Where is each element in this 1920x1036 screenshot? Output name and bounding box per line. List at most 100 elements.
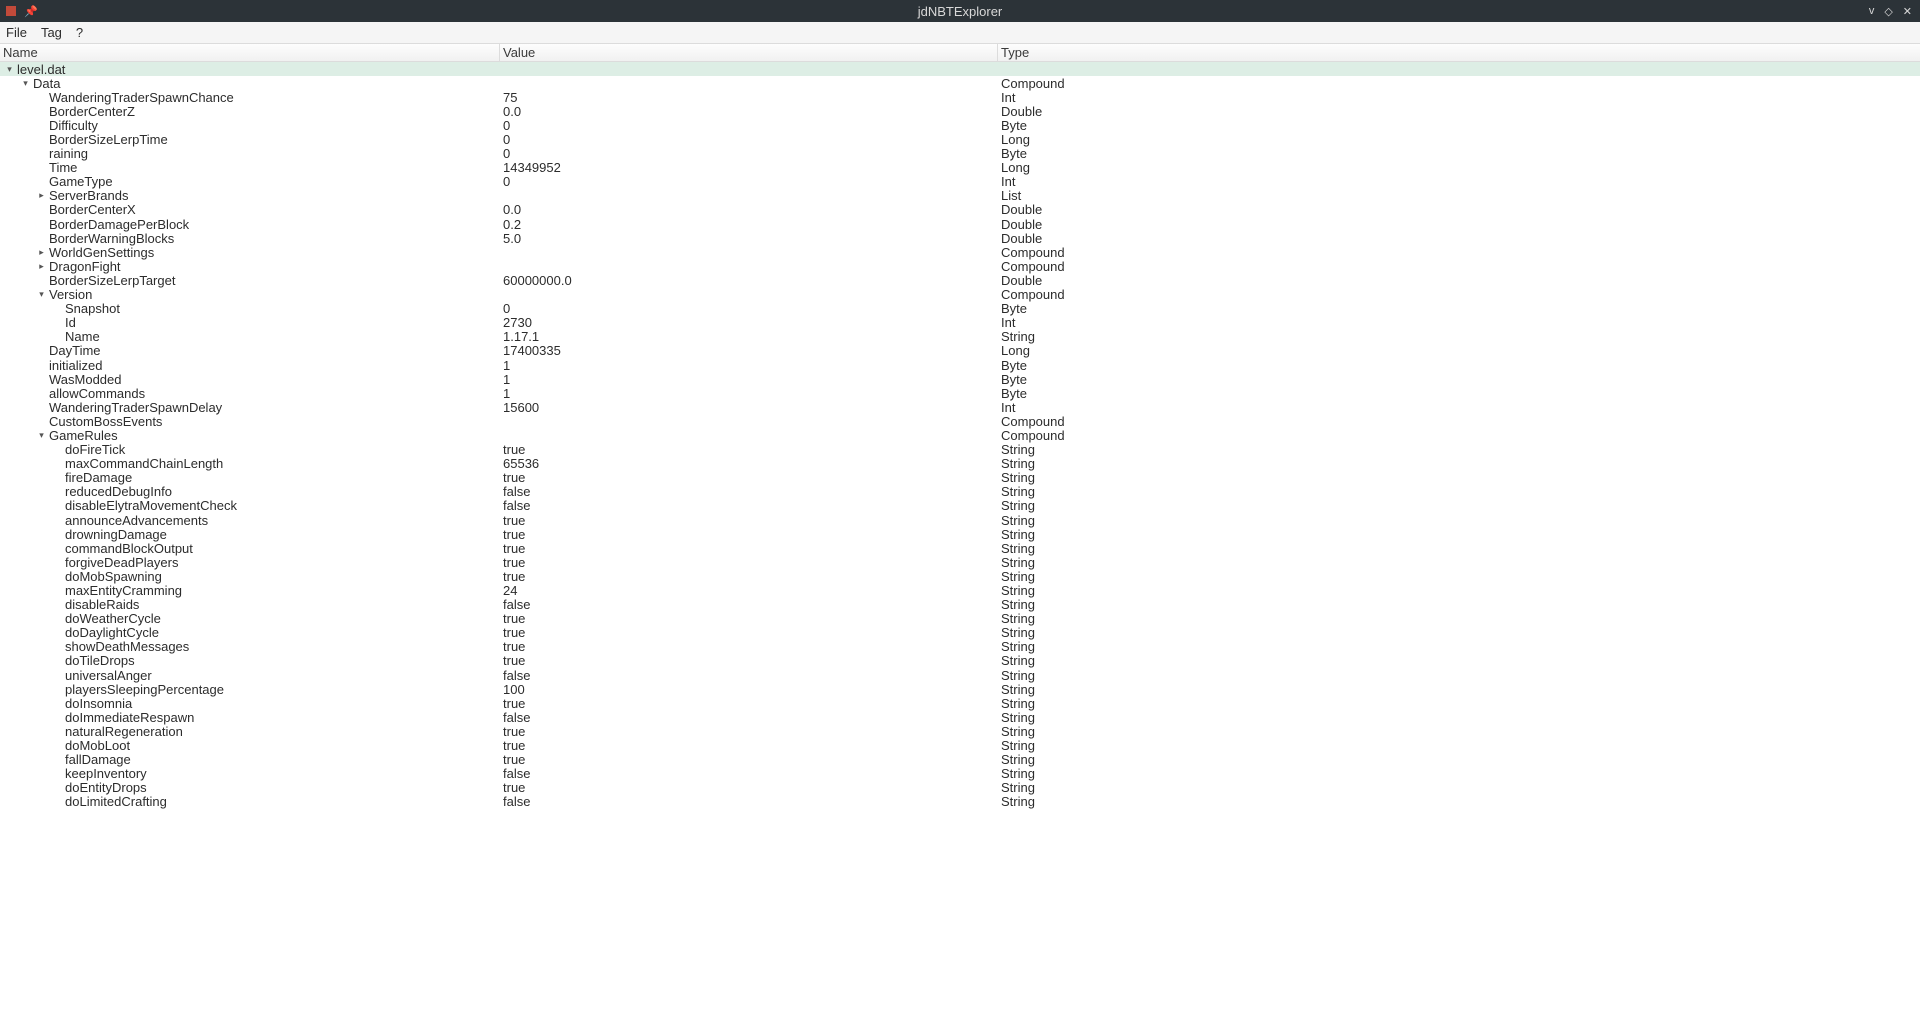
tree-row[interactable]: initialized1Byte bbox=[0, 358, 1920, 372]
node-type: String bbox=[998, 625, 1920, 640]
tree-row[interactable]: doEntityDropstrueString bbox=[0, 781, 1920, 795]
tree-row[interactable]: BorderWarningBlocks5.0Double bbox=[0, 231, 1920, 245]
tree-row[interactable]: WanderingTraderSpawnDelay15600Int bbox=[0, 400, 1920, 414]
tree-row[interactable]: doLimitedCraftingfalseString bbox=[0, 795, 1920, 809]
node-name: doInsomnia bbox=[63, 696, 132, 711]
tree-row[interactable]: doMobSpawningtrueString bbox=[0, 569, 1920, 583]
node-name: Time bbox=[47, 160, 77, 175]
node-value: 1.17.1 bbox=[500, 329, 998, 344]
tree-row[interactable]: fallDamagetrueString bbox=[0, 753, 1920, 767]
tree-row[interactable]: doInsomniatrueString bbox=[0, 696, 1920, 710]
tree-row[interactable]: Name1.17.1String bbox=[0, 330, 1920, 344]
titlebar: 📌 jdNBTExplorer v ◇ ✕ bbox=[0, 0, 1920, 22]
tree-row[interactable]: Id2730Int bbox=[0, 316, 1920, 330]
node-name: level.dat bbox=[15, 62, 65, 77]
tree-row[interactable]: ▾GameRulesCompound bbox=[0, 428, 1920, 442]
tree-row[interactable]: drowningDamagetrueString bbox=[0, 527, 1920, 541]
node-type: String bbox=[998, 569, 1920, 584]
node-type: Double bbox=[998, 273, 1920, 288]
tree-row[interactable]: disableRaidsfalseString bbox=[0, 598, 1920, 612]
tree-row[interactable]: showDeathMessagestrueString bbox=[0, 640, 1920, 654]
chevron-down-icon[interactable]: ▾ bbox=[36, 430, 47, 441]
tree-row[interactable]: Snapshot0Byte bbox=[0, 302, 1920, 316]
node-value: 15600 bbox=[500, 400, 998, 415]
tree-row[interactable]: ▸ServerBrandsList bbox=[0, 189, 1920, 203]
tree-row[interactable]: ▾VersionCompound bbox=[0, 288, 1920, 302]
node-value: 60000000.0 bbox=[500, 273, 998, 288]
tree-row[interactable]: doImmediateRespawnfalseString bbox=[0, 710, 1920, 724]
tree-row[interactable]: doFireTicktrueString bbox=[0, 443, 1920, 457]
tree-row[interactable]: BorderCenterZ0.0Double bbox=[0, 104, 1920, 118]
node-value: true bbox=[500, 653, 998, 668]
tree-row[interactable]: commandBlockOutputtrueString bbox=[0, 541, 1920, 555]
tree-row[interactable]: naturalRegenerationtrueString bbox=[0, 724, 1920, 738]
header-name[interactable]: Name bbox=[0, 44, 500, 61]
node-name: drowningDamage bbox=[63, 527, 167, 542]
tree-row[interactable]: CustomBossEventsCompound bbox=[0, 414, 1920, 428]
chevron-right-icon[interactable]: ▸ bbox=[36, 247, 47, 258]
chevron-right-icon[interactable]: ▸ bbox=[36, 190, 47, 201]
pin-icon[interactable]: 📌 bbox=[24, 5, 38, 18]
tree-row[interactable]: keepInventoryfalseString bbox=[0, 767, 1920, 781]
chevron-down-icon[interactable]: ▾ bbox=[36, 289, 47, 300]
chevron-down-icon[interactable]: ▾ bbox=[20, 78, 31, 89]
tree-row[interactable]: DayTime17400335Long bbox=[0, 344, 1920, 358]
chevron-down-icon[interactable]: ▾ bbox=[4, 64, 15, 75]
tree-row[interactable]: WasModded1Byte bbox=[0, 372, 1920, 386]
node-type: String bbox=[998, 527, 1920, 542]
tree-row[interactable]: fireDamagetrueString bbox=[0, 471, 1920, 485]
minimize-icon[interactable]: v bbox=[1869, 5, 1875, 17]
tree-view[interactable]: ▾level.dat▾DataCompoundWanderingTraderSp… bbox=[0, 62, 1920, 1036]
tree-row[interactable]: forgiveDeadPlayerstrueString bbox=[0, 555, 1920, 569]
node-name: doLimitedCrafting bbox=[63, 794, 167, 809]
tree-row[interactable]: Difficulty0Byte bbox=[0, 118, 1920, 132]
tree-row[interactable]: maxEntityCramming24String bbox=[0, 583, 1920, 597]
close-icon[interactable]: ✕ bbox=[1903, 5, 1912, 18]
tree-row[interactable]: reducedDebugInfofalseString bbox=[0, 485, 1920, 499]
node-type: Int bbox=[998, 315, 1920, 330]
tree-row[interactable]: ▸WorldGenSettingsCompound bbox=[0, 245, 1920, 259]
menu-file[interactable]: File bbox=[6, 25, 27, 40]
chevron-right-icon[interactable]: ▸ bbox=[36, 261, 47, 272]
tree-row[interactable]: doTileDropstrueString bbox=[0, 654, 1920, 668]
tree-row[interactable]: doMobLoottrueString bbox=[0, 739, 1920, 753]
tree-row[interactable]: disableElytraMovementCheckfalseString bbox=[0, 499, 1920, 513]
tree-row[interactable]: doDaylightCycletrueString bbox=[0, 626, 1920, 640]
tree-row[interactable]: WanderingTraderSpawnChance75Int bbox=[0, 90, 1920, 104]
node-name: doDaylightCycle bbox=[63, 625, 159, 640]
node-type: Compound bbox=[998, 414, 1920, 429]
node-type: Int bbox=[998, 174, 1920, 189]
node-type: String bbox=[998, 513, 1920, 528]
window-title: jdNBTExplorer bbox=[918, 4, 1003, 19]
node-name: WasModded bbox=[47, 372, 122, 387]
node-type: Int bbox=[998, 400, 1920, 415]
node-value: false bbox=[500, 668, 998, 683]
tree-row[interactable]: raining0Byte bbox=[0, 147, 1920, 161]
tree-row[interactable]: BorderCenterX0.0Double bbox=[0, 203, 1920, 217]
tree-row[interactable]: universalAngerfalseString bbox=[0, 668, 1920, 682]
tree-row[interactable]: announceAdvancementstrueString bbox=[0, 513, 1920, 527]
menu-tag[interactable]: Tag bbox=[41, 25, 62, 40]
maximize-icon[interactable]: ◇ bbox=[1884, 5, 1892, 18]
node-type: Int bbox=[998, 90, 1920, 105]
node-value: 0.0 bbox=[500, 104, 998, 119]
tree-row[interactable]: ▾DataCompound bbox=[0, 76, 1920, 90]
node-type: Byte bbox=[998, 118, 1920, 133]
node-value: 1 bbox=[500, 358, 998, 373]
tree-row[interactable]: doWeatherCycletrueString bbox=[0, 612, 1920, 626]
tree-row[interactable]: GameType0Int bbox=[0, 175, 1920, 189]
tree-row[interactable]: BorderSizeLerpTime0Long bbox=[0, 132, 1920, 146]
tree-row[interactable]: playersSleepingPercentage100String bbox=[0, 682, 1920, 696]
tree-row[interactable]: ▾level.dat bbox=[0, 62, 1920, 76]
node-value: 0 bbox=[500, 174, 998, 189]
menu-help[interactable]: ? bbox=[76, 25, 83, 40]
tree-row[interactable]: BorderDamagePerBlock0.2Double bbox=[0, 217, 1920, 231]
tree-row[interactable]: Time14349952Long bbox=[0, 161, 1920, 175]
tree-row[interactable]: maxCommandChainLength65536String bbox=[0, 457, 1920, 471]
tree-row[interactable]: ▸DragonFightCompound bbox=[0, 259, 1920, 273]
header-type[interactable]: Type bbox=[998, 44, 1920, 61]
node-type: Long bbox=[998, 160, 1920, 175]
header-value[interactable]: Value bbox=[500, 44, 998, 61]
tree-row[interactable]: BorderSizeLerpTarget60000000.0Double bbox=[0, 273, 1920, 287]
tree-row[interactable]: allowCommands1Byte bbox=[0, 386, 1920, 400]
